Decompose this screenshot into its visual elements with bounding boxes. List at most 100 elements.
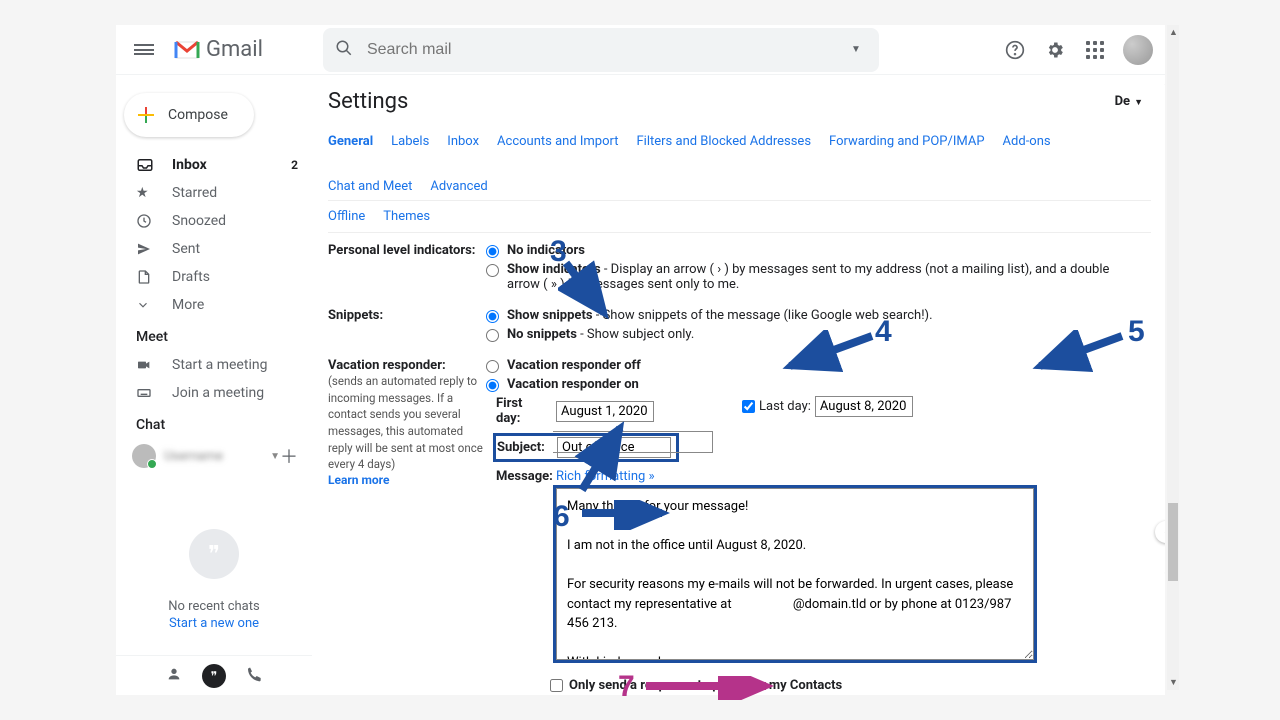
chat-user-row[interactable]: Username ▼ ＋ <box>132 443 298 469</box>
main-scrollbar[interactable]: ▲ ▼ <box>1167 25 1179 690</box>
settings-tabs-row1: General Labels Inbox Accounts and Import… <box>328 128 1151 201</box>
message-textarea[interactable] <box>556 488 1034 660</box>
tab-inbox[interactable]: Inbox <box>447 128 479 155</box>
apps-icon[interactable] <box>1083 38 1107 62</box>
scroll-down-icon[interactable]: ▼ <box>1163 570 1165 581</box>
meet-join[interactable]: Join a meeting <box>116 379 312 407</box>
scroll-down-icon[interactable]: ▼ <box>1169 677 1178 688</box>
radio-vacation-off[interactable] <box>486 360 499 373</box>
annotation-6: 6 <box>553 500 570 534</box>
search-input[interactable] <box>367 41 845 59</box>
tab-accounts[interactable]: Accounts and Import <box>497 128 618 155</box>
chevron-down-icon[interactable]: ▼ <box>270 451 280 462</box>
nav-sent[interactable]: Sent <box>116 235 312 263</box>
bottom-icons: ❞ <box>116 655 312 695</box>
tab-general[interactable]: General <box>328 128 373 155</box>
opt-text: Show snippets <box>507 308 593 323</box>
section-scrollbar[interactable]: ▲ ▼ <box>1163 77 1165 581</box>
tab-forwarding[interactable]: Forwarding and POP/IMAP <box>829 128 985 155</box>
nav-label: Join a meeting <box>172 385 264 401</box>
phone-icon[interactable] <box>246 666 262 686</box>
account-avatar[interactable] <box>1123 35 1153 65</box>
annotation-3: 3 <box>550 235 567 269</box>
star-icon: ★ <box>136 183 156 203</box>
message-row: Message: Rich formatting » <box>496 469 1143 664</box>
inbox-icon <box>136 155 156 175</box>
tab-advanced[interactable]: Advanced <box>430 173 487 200</box>
row-vacation: Vacation responder: (sends an automated … <box>328 358 1143 695</box>
subject-input-ext[interactable] <box>553 431 713 453</box>
last-day-checkbox[interactable] <box>742 400 755 413</box>
person-icon[interactable] <box>166 666 182 686</box>
tab-offline[interactable]: Offline <box>328 201 365 232</box>
radio-show-snippets[interactable] <box>486 310 499 323</box>
first-day-label: First day: <box>496 396 550 426</box>
chat-bubble-icon: ❞ <box>189 529 239 579</box>
scroll-thumb[interactable] <box>1168 503 1178 581</box>
rich-formatting-link[interactable]: Rich formatting » <box>556 469 1034 484</box>
nav-label: Starred <box>172 185 217 201</box>
subject-label: Subject: <box>497 440 551 455</box>
search-options-icon[interactable]: ▼ <box>845 44 867 55</box>
tab-chatmeet[interactable]: Chat and Meet <box>328 173 412 200</box>
new-chat-icon[interactable]: ＋ <box>280 443 298 469</box>
meet-start[interactable]: Start a meeting <box>116 351 312 379</box>
radio-show-indicators[interactable] <box>486 264 499 277</box>
tab-filters[interactable]: Filters and Blocked Addresses <box>637 128 812 155</box>
menu-icon[interactable] <box>132 38 156 62</box>
plus-icon <box>138 107 154 123</box>
scroll-up-icon[interactable]: ▲ <box>1163 77 1165 88</box>
tab-themes[interactable]: Themes <box>383 201 430 232</box>
learn-more-link[interactable]: Learn more <box>328 473 389 487</box>
first-day-input[interactable] <box>556 401 654 422</box>
gmail-logo[interactable]: Gmail <box>174 37 263 62</box>
user-avatar <box>132 444 156 468</box>
row-label: Vacation responder: (sends an automated … <box>328 358 486 695</box>
user-name-blurred: Username <box>164 449 270 464</box>
radio-no-snippets[interactable] <box>486 329 499 342</box>
annotation-7: 7 <box>618 670 635 704</box>
start-new-link[interactable]: Start a new one <box>136 616 292 631</box>
only-contacts-label: Only send a response to people in my Con… <box>569 678 842 693</box>
opt-text: No snippets <box>507 327 577 342</box>
display-density-button[interactable]: De▼ <box>1115 94 1143 109</box>
chevron-down-icon <box>136 295 156 315</box>
last-day-label: Last day: <box>759 399 811 414</box>
compose-button[interactable]: Compose <box>124 93 254 137</box>
header: Gmail ▼ <box>116 25 1165 75</box>
opt-text: Vacation responder off <box>507 358 641 373</box>
nav-snoozed[interactable]: Snoozed <box>116 207 312 235</box>
nav-starred[interactable]: ★ Starred <box>116 179 312 207</box>
compose-label: Compose <box>168 107 228 123</box>
row-label: Snippets: <box>328 308 486 346</box>
radio-no-indicators[interactable] <box>486 245 499 258</box>
search-bar[interactable]: ▼ <box>323 28 879 72</box>
settings-tabs-row2: Offline Themes <box>328 201 1151 233</box>
support-icon[interactable] <box>1003 38 1027 62</box>
keyboard-icon <box>136 383 156 403</box>
message-label: Message: <box>496 469 550 484</box>
scroll-up-icon[interactable]: ▲ <box>1169 27 1178 38</box>
nav-drafts[interactable]: Drafts <box>116 263 312 291</box>
search-icon[interactable] <box>335 39 353 61</box>
no-recent-label: No recent chats <box>136 599 292 614</box>
row-personal-level: Personal level indicators: No indicators… <box>328 243 1143 296</box>
annotation-4: 4 <box>875 315 892 349</box>
settings-gear-icon[interactable] <box>1043 38 1067 62</box>
nav-inbox[interactable]: Inbox 2 <box>116 151 312 179</box>
chat-placeholder: ❞ No recent chats Start a new one <box>116 469 312 641</box>
clock-icon <box>136 211 156 231</box>
nav-more[interactable]: More <box>116 291 312 319</box>
annotation-5: 5 <box>1128 315 1145 349</box>
nav-label: Drafts <box>172 269 210 285</box>
brand-text: Gmail <box>206 37 263 62</box>
last-day-input[interactable] <box>815 396 913 417</box>
nav-label: Snoozed <box>172 213 226 229</box>
tab-addons[interactable]: Add-ons <box>1003 128 1051 155</box>
tab-labels[interactable]: Labels <box>391 128 429 155</box>
only-contacts-checkbox[interactable] <box>550 679 563 692</box>
hangouts-icon[interactable]: ❞ <box>202 664 226 688</box>
opt-text: No indicators <box>507 243 585 258</box>
nav-label: Sent <box>172 241 200 257</box>
radio-vacation-on[interactable] <box>486 379 499 392</box>
